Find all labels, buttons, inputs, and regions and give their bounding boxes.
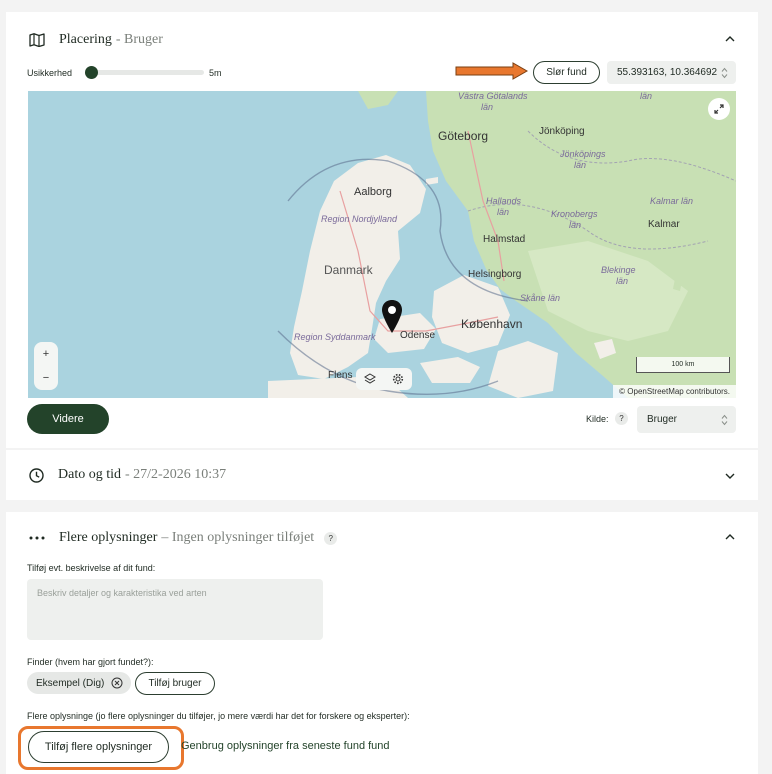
map-label: Region Syddanmark [294, 332, 376, 342]
uncertainty-label: Usikkerhed [27, 68, 73, 78]
zoom-in-button[interactable]: + [34, 342, 58, 366]
source-label: Kilde: [586, 414, 609, 424]
gear-icon[interactable] [392, 373, 404, 385]
map-icon [29, 33, 45, 47]
source-select[interactable]: Bruger [637, 406, 736, 433]
placering-header[interactable]: Placering - Bruger [29, 32, 163, 48]
map-label: Kalmar län [650, 196, 694, 206]
map-label: län [616, 276, 629, 286]
map-label: Hallands [486, 196, 522, 206]
description-label: Tilføj evt. beskrivelse af dit fund: [27, 563, 156, 573]
map-attribution: © OpenStreetMap contributors. [613, 385, 736, 398]
finder-label: Finder (hvem har gjort fundet?): [27, 657, 154, 667]
flere-title: Flere oplysninger [59, 530, 158, 545]
map-label: København [461, 317, 523, 331]
reuse-info-link[interactable]: Genbrug oplysninger fra seneste fund fun… [181, 740, 390, 752]
annotation-arrow-icon [455, 62, 529, 80]
placering-title: Placering [59, 32, 112, 47]
map-label: län [574, 160, 587, 170]
description-textarea[interactable]: Beskriv detaljer og karakteristika ved a… [27, 579, 323, 640]
source-value: Bruger [647, 414, 678, 425]
map-scale-label: 100 km [671, 361, 695, 368]
coordinates-value: 55.393163, 10.364692 [617, 67, 718, 78]
placering-card: Placering - Bruger Usikkerhed 5m Slør fu… [6, 12, 758, 448]
fullscreen-button[interactable] [708, 98, 730, 120]
more-dots-icon [29, 536, 45, 540]
map-label: Västra Götalands [458, 91, 528, 101]
flere-help-icon[interactable]: ? [324, 531, 338, 545]
map-view[interactable]: Västra Götalands län län Göteborg Jönköp… [28, 91, 736, 398]
dato-card[interactable]: Dato og tid - 27/2-2026 10:37 [6, 450, 758, 500]
map-label: Kronobergs [551, 209, 598, 219]
source-help-icon[interactable]: ? [615, 412, 628, 425]
chevron-up-icon[interactable] [722, 31, 738, 47]
map-label: län [497, 207, 510, 217]
placering-subtitle: - Bruger [115, 32, 163, 47]
more-info-label: Flere oplysninge (jo flere oplysninger d… [27, 711, 410, 721]
coordinates-select[interactable]: 55.393163, 10.364692 [607, 61, 736, 84]
map-label: län [569, 220, 582, 230]
map-label: Helsingborg [468, 269, 522, 280]
map-label: län [481, 102, 494, 112]
map-label: Danmark [324, 263, 373, 277]
map-toolbar [356, 368, 412, 390]
flere-card: Flere oplysninger – Ingen oplysninger ti… [6, 512, 758, 774]
chevron-up-icon[interactable] [722, 529, 738, 545]
dato-title: Dato og tid [58, 467, 121, 482]
map-label: Kalmar [648, 219, 680, 230]
zoom-controls: + − [34, 342, 58, 390]
map-label: Halmstad [483, 234, 526, 245]
map-label: Göteborg [438, 129, 489, 143]
map-label: Region Nordjylland [321, 214, 398, 224]
uncertainty-value: 5m [209, 68, 222, 78]
dato-header[interactable]: Dato og tid - 27/2-2026 10:37 [29, 467, 226, 483]
dato-value: - 27/2-2026 10:37 [125, 467, 227, 482]
add-user-button[interactable]: Tilføj bruger [135, 672, 215, 695]
flere-header[interactable]: Flere oplysninger – Ingen oplysninger ti… [29, 530, 338, 546]
sort-arrows-icon [721, 414, 728, 425]
location-pin-icon[interactable] [381, 299, 403, 335]
zoom-out-button[interactable]: − [34, 366, 58, 390]
flere-subtitle: – Ingen oplysninger tilføjet [161, 530, 315, 545]
map-label: Odense [400, 330, 436, 341]
continue-button[interactable]: Videre [27, 404, 109, 434]
map-label: Skåne län [520, 293, 561, 303]
map-label: Jönköpings [560, 149, 606, 159]
add-more-info-button[interactable]: Tilføj flere oplysninger [28, 731, 169, 763]
uncertainty-slider-handle[interactable] [85, 66, 98, 79]
blur-location-button[interactable]: Slør fund [533, 61, 600, 84]
map-label: Aalborg [354, 186, 392, 198]
expand-icon [714, 104, 724, 114]
chevron-down-icon[interactable] [722, 468, 738, 484]
map-tiles [268, 91, 736, 398]
map-label: Jönköping [539, 126, 585, 137]
clock-icon [29, 467, 44, 483]
finder-chip[interactable]: Eksempel (Dig) [27, 672, 131, 694]
map-label: Flens [328, 370, 353, 381]
map-label: län [640, 91, 653, 101]
uncertainty-slider[interactable] [85, 66, 204, 79]
map-scale: 100 km [636, 357, 730, 373]
layers-icon[interactable] [364, 373, 376, 385]
map-label: Blekinge [601, 265, 636, 275]
sort-arrows-icon [721, 67, 728, 78]
remove-icon[interactable] [111, 677, 123, 689]
